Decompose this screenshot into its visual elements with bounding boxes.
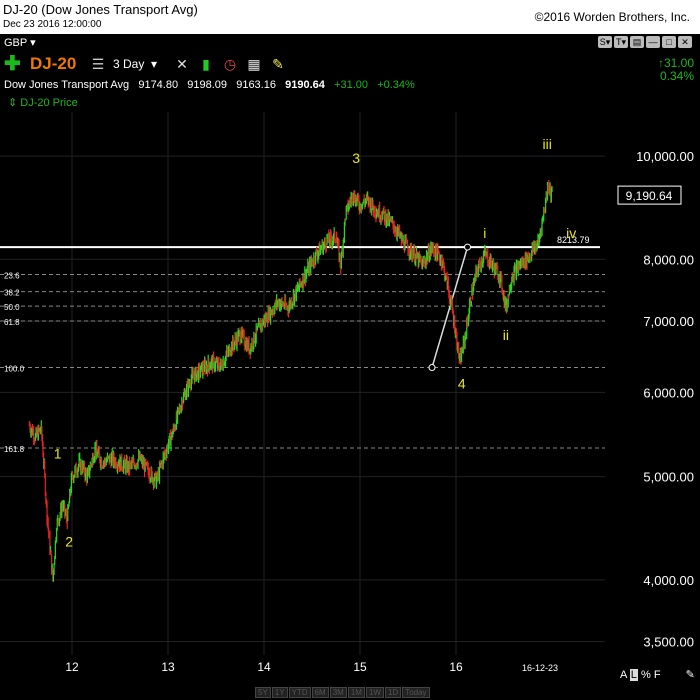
wave-label: i: [483, 225, 486, 241]
range-1d[interactable]: 1D: [384, 687, 402, 698]
wave-label: 1: [54, 446, 62, 462]
scale-pct[interactable]: %: [641, 669, 651, 681]
y-tick-label: 8,000.00: [643, 252, 694, 267]
wave-label: iv: [566, 225, 576, 241]
wave-label: ii: [503, 327, 509, 343]
wave-label: 3: [352, 150, 360, 166]
range-1y[interactable]: 1Y: [271, 687, 288, 698]
x-tick-label: 16: [449, 660, 463, 674]
x-tick-label: 15: [353, 660, 367, 674]
range-3m[interactable]: 3M: [329, 687, 347, 698]
fib-label: 23.6: [4, 272, 20, 281]
range-today[interactable]: Today: [402, 687, 430, 698]
y-tick-label: 7,000.00: [643, 314, 694, 329]
range-bar: 5Y 1Y YTD 6M 3M 1M 1W 1D Today: [255, 687, 430, 698]
fib-label: 161.8: [4, 445, 25, 454]
range-1m[interactable]: 1M: [347, 687, 365, 698]
fib-label: 61.8: [4, 318, 20, 327]
scale-f[interactable]: F: [654, 669, 661, 681]
x-tick-label: 12: [65, 660, 79, 674]
x-tick-label: 14: [257, 660, 271, 674]
fib-label: 38.2: [4, 289, 20, 298]
wave-label: 4: [458, 375, 466, 391]
y-tick-label: 5,000.00: [643, 470, 694, 485]
range-5y[interactable]: 5Y: [255, 687, 271, 698]
pencil-icon[interactable]: ✎: [686, 669, 695, 681]
scale-l[interactable]: L: [629, 669, 638, 681]
price-chart[interactable]: 3,500.00 4,000.00 5,000.00 6,000.00 7,000.00…: [0, 0, 700, 700]
y-tick-label: 6,000.00: [643, 385, 694, 400]
fib-label: 100.0: [4, 365, 25, 374]
wave-label: iii: [543, 136, 552, 152]
y-tick-label: 10,000.00: [636, 149, 694, 164]
y-tick-label: 3,500.00: [643, 635, 694, 650]
fib-label: 50.0: [4, 303, 20, 312]
range-1w[interactable]: 1W: [365, 687, 384, 698]
x-tick-label: 13: [161, 660, 175, 674]
scale-mode: A L % F ✎: [620, 668, 695, 681]
scale-a[interactable]: A: [620, 669, 627, 681]
last-price-label: 9,190.64: [626, 189, 673, 203]
wave-label: 2: [65, 533, 73, 549]
range-ytd[interactable]: YTD: [288, 687, 311, 698]
y-tick-label: 4,000.00: [643, 573, 694, 588]
trend-end-point: [464, 243, 472, 251]
range-6m[interactable]: 6M: [311, 687, 329, 698]
trend-start-point: [428, 364, 436, 372]
x-end-label: 16-12-23: [522, 663, 558, 673]
